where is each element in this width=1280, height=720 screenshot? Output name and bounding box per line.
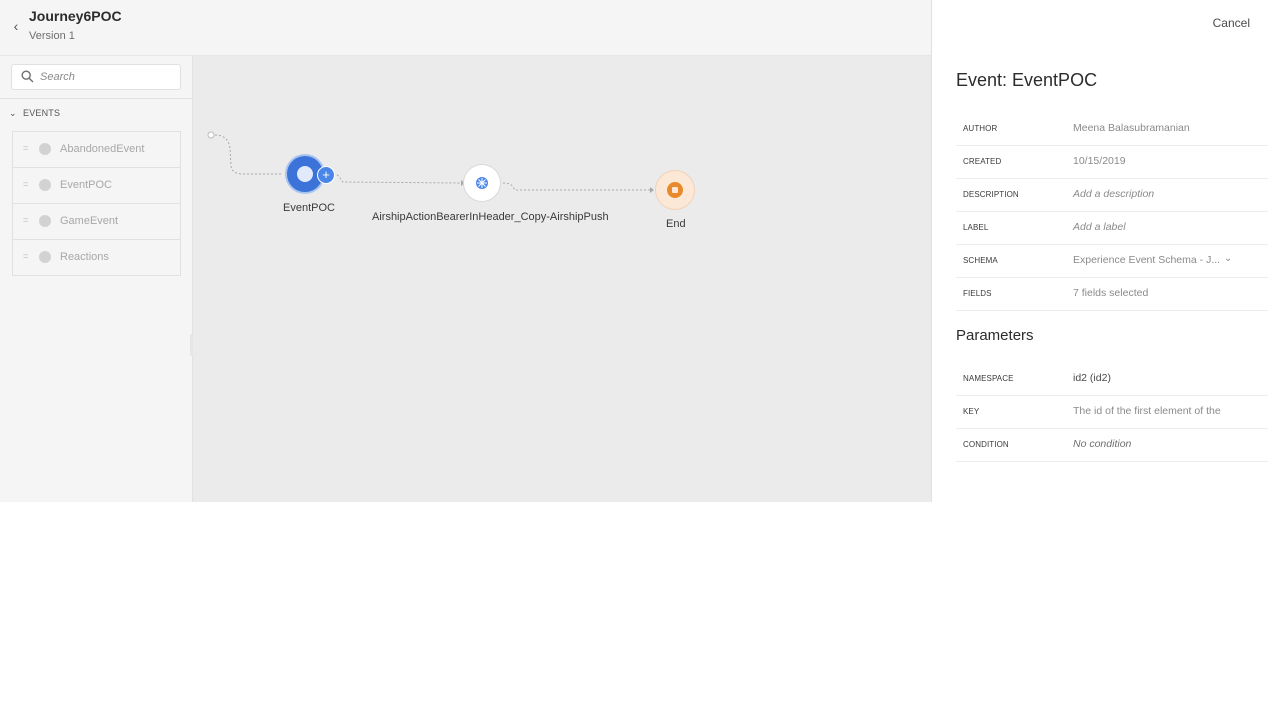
events-section-label: EVENTS [23, 108, 61, 118]
journey-canvas[interactable]: + EventPOC AirshipActionBearerInHeader_C… [193, 56, 931, 502]
property-row-label: LABEL Add a label [956, 212, 1268, 245]
property-key: LABEL [963, 223, 989, 232]
globe-icon [39, 215, 51, 227]
properties-panel: Cancel Event: EventPOC AUTHOR Meena Bala… [931, 0, 1280, 502]
divider [0, 98, 192, 99]
palette-panel: ⌄ EVENTS = AbandonedEvent = EventPOC = Ga… [0, 56, 193, 502]
cancel-button[interactable]: Cancel [1213, 16, 1250, 30]
events-section-toggle[interactable]: ⌄ EVENTS [9, 108, 60, 122]
globe-icon [39, 251, 51, 263]
namespace-value: id2 (id2) [1073, 372, 1111, 384]
property-row-created: CREATED 10/15/2019 [956, 146, 1268, 179]
key-value: The id of the first element of the [1073, 405, 1221, 417]
globe-icon [297, 166, 313, 182]
parameter-row-key: KEY The id of the first element of the [956, 396, 1268, 429]
property-key: CONDITION [963, 440, 1009, 449]
event-properties: AUTHOR Meena Balasubramanian CREATED 10/… [956, 113, 1268, 311]
journey-header: ‹ Journey6POC Version 1 [0, 0, 931, 56]
chevron-down-icon[interactable]: ⌄ [1224, 253, 1232, 264]
description-field[interactable]: Add a description [1073, 188, 1154, 200]
label-field[interactable]: Add a label [1073, 221, 1126, 233]
created-value: 10/15/2019 [1073, 155, 1126, 167]
stop-icon [667, 182, 683, 198]
search-icon [21, 70, 34, 83]
globe-icon [39, 143, 51, 155]
parameter-row-condition: CONDITION No condition [956, 429, 1268, 462]
event-item-label: EventPOC [60, 179, 112, 191]
start-dot [207, 131, 215, 139]
author-value: Meena Balasubramanian [1073, 122, 1190, 134]
event-node-label: EventPOC [283, 202, 335, 214]
end-node[interactable] [655, 170, 695, 210]
drag-handle-icon[interactable]: = [23, 215, 28, 225]
parameters-heading: Parameters [956, 327, 1034, 344]
journey-version: Version 1 [29, 30, 75, 42]
condition-value[interactable]: No condition [1073, 438, 1131, 450]
drag-handle-icon[interactable]: = [23, 143, 28, 153]
journey-title: Journey6POC [29, 8, 122, 24]
property-key: AUTHOR [963, 124, 998, 133]
edge-action-end [502, 182, 651, 191]
parameter-row-namespace: NAMESPACE id2 (id2) [956, 363, 1268, 396]
property-key: KEY [963, 407, 980, 416]
edge-event-action [332, 173, 462, 184]
search-input[interactable] [40, 68, 172, 85]
property-key: CREATED [963, 157, 1002, 166]
parameters-list: NAMESPACE id2 (id2) KEY The id of the fi… [956, 363, 1268, 462]
event-item-game[interactable]: = GameEvent [13, 204, 180, 240]
property-row-author: AUTHOR Meena Balasubramanian [956, 113, 1268, 146]
property-key: NAMESPACE [963, 374, 1014, 383]
property-key: DESCRIPTION [963, 190, 1019, 199]
schema-select[interactable]: Experience Event Schema - J... [1073, 254, 1220, 266]
event-item-eventpoc[interactable]: = EventPOC [13, 168, 180, 204]
event-title: Event: EventPOC [956, 70, 1098, 90]
arrow-head [650, 187, 654, 193]
fields-value[interactable]: 7 fields selected [1073, 287, 1148, 299]
journey-edges [207, 131, 654, 193]
event-item-abandoned[interactable]: = AbandonedEvent [13, 132, 180, 168]
property-key: FIELDS [963, 289, 992, 298]
action-node[interactable] [463, 164, 501, 202]
property-key: SCHEMA [963, 256, 998, 265]
globe-icon [39, 179, 51, 191]
add-node-button[interactable]: + [317, 166, 335, 184]
event-item-label: Reactions [60, 251, 109, 263]
property-row-schema: SCHEMA Experience Event Schema - J... ⌄ [956, 245, 1268, 278]
property-row-fields: FIELDS 7 fields selected [956, 278, 1268, 311]
drag-handle-icon[interactable]: = [23, 251, 28, 261]
back-chevron-icon[interactable]: ‹ [9, 18, 23, 34]
search-box[interactable] [11, 64, 181, 90]
end-node-label: End [666, 218, 686, 230]
event-item-reactions[interactable]: = Reactions [13, 240, 180, 275]
drag-handle-icon[interactable]: = [23, 179, 28, 189]
property-row-description: DESCRIPTION Add a description [956, 179, 1268, 212]
events-list: = AbandonedEvent = EventPOC = GameEvent … [12, 131, 181, 276]
airship-icon [476, 177, 488, 189]
action-node-label: AirshipActionBearerInHeader_Copy-Airship… [372, 211, 609, 223]
chevron-down-icon: ⌄ [9, 108, 17, 118]
event-item-label: GameEvent [60, 215, 119, 227]
event-item-label: AbandonedEvent [60, 143, 145, 155]
edge-start-event [214, 134, 283, 175]
